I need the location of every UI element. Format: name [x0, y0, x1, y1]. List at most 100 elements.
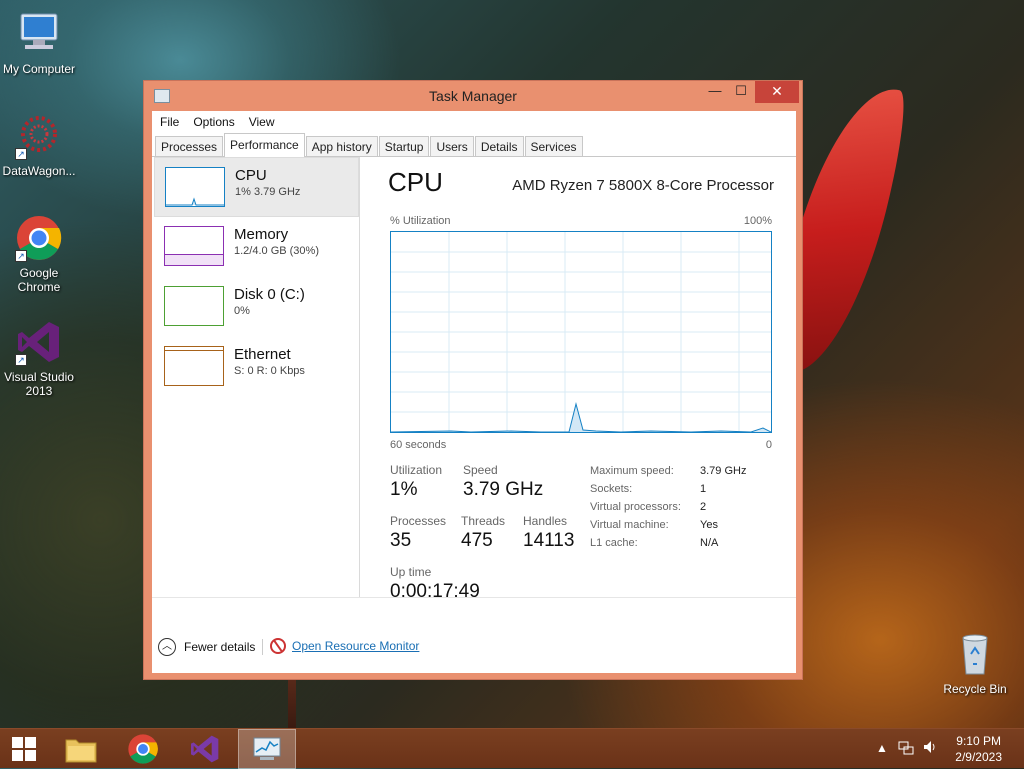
- system-clock[interactable]: 9:10 PM 2/9/2023: [955, 733, 1002, 765]
- spec-label: Maximum speed:: [590, 465, 674, 477]
- resource-name: Memory: [234, 226, 289, 243]
- spec-value: N/A: [700, 537, 719, 549]
- graph-y-label: % Utilization: [390, 215, 451, 227]
- resource-name: Ethernet: [234, 346, 291, 363]
- resource-item-memory[interactable]: Memory 1.2/4.0 GB (30%): [154, 217, 359, 277]
- processes-value: 35: [390, 530, 412, 551]
- cpu-thumbnail-graph: [165, 167, 225, 207]
- task-manager-window: Task Manager — ☐ ✕ File Options View Pro…: [143, 80, 803, 680]
- speed-value: 3.79 GHz: [463, 479, 544, 500]
- processes-label: Processes: [390, 514, 447, 528]
- ethernet-thumbnail-graph: [164, 346, 224, 386]
- taskbar-file-explorer[interactable]: [52, 729, 110, 769]
- menu-options[interactable]: Options: [193, 115, 234, 129]
- recycle-bin-icon: [951, 630, 999, 678]
- computer-icon: [15, 10, 63, 58]
- handles-value: 14113: [523, 530, 575, 551]
- uptime-label: Up time: [390, 565, 432, 579]
- menu-view[interactable]: View: [249, 115, 275, 129]
- datawagon-icon: ↗: [15, 112, 63, 160]
- chrome-icon: ↗: [15, 214, 63, 262]
- maximize-button[interactable]: ☐: [728, 81, 754, 103]
- disk-thumbnail-graph: [164, 286, 224, 326]
- resource-value: 0%: [234, 305, 250, 317]
- menu-bar: File Options View: [152, 111, 796, 133]
- tab-details[interactable]: Details: [474, 136, 524, 156]
- window-client: File Options View Processes Performance …: [152, 111, 796, 673]
- cpu-utilization-graph: [390, 231, 772, 433]
- volume-icon[interactable]: [922, 739, 938, 758]
- chrome-icon: [128, 734, 158, 764]
- open-resource-monitor-link[interactable]: Open Resource Monitor: [270, 638, 419, 654]
- resource-item-cpu[interactable]: CPU 1% 3.79 GHz: [154, 157, 359, 217]
- menu-file[interactable]: File: [160, 115, 179, 129]
- taskbar-visual-studio[interactable]: [176, 729, 234, 769]
- show-hidden-icons-arrow[interactable]: ▲: [876, 741, 888, 755]
- tab-services[interactable]: Services: [524, 136, 583, 156]
- threads-label: Threads: [461, 514, 506, 528]
- shortcut-arrow-icon: ↗: [15, 148, 27, 160]
- close-button[interactable]: ✕: [755, 81, 799, 103]
- windows-logo-icon: [12, 737, 36, 761]
- spec-value: 2: [700, 501, 707, 513]
- spec-label: Sockets:: [590, 483, 633, 495]
- cpu-detail-pane: CPU AMD Ryzen 7 5800X 8-Core Processor %…: [384, 157, 784, 602]
- spec-label: Virtual machine:: [590, 519, 669, 531]
- resource-value: S: 0 R: 0 Kbps: [234, 365, 305, 377]
- chevron-up-icon: ︿: [158, 638, 176, 656]
- graph-y-max: 100%: [743, 215, 772, 227]
- speed-label: Speed: [463, 463, 498, 477]
- spec-value: 1: [700, 483, 707, 495]
- utilization-value: 1%: [390, 479, 418, 500]
- taskbar: ▲ 9:10 PM 2/9/2023: [0, 728, 1024, 769]
- footer: ︿ Fewer details Open Resource Monitor: [152, 597, 796, 673]
- resource-item-ethernet[interactable]: Ethernet S: 0 R: 0 Kbps: [154, 337, 359, 397]
- tab-startup[interactable]: Startup: [378, 136, 430, 156]
- task-manager-icon: [253, 737, 281, 760]
- resource-value: 1% 3.79 GHz: [235, 186, 301, 198]
- network-icon[interactable]: [898, 739, 914, 758]
- desktop-icon-label: Google Chrome: [17, 266, 61, 294]
- threads-value: 475: [461, 530, 493, 551]
- tab-processes[interactable]: Processes: [155, 136, 224, 156]
- desktop-icon-recycle-bin[interactable]: Recycle Bin: [936, 630, 1014, 696]
- spec-label: L1 cache:: [590, 537, 638, 549]
- utilization-label: Utilization: [390, 463, 443, 477]
- title-bar[interactable]: Task Manager — ☐ ✕: [144, 81, 802, 111]
- footer-divider: [262, 639, 263, 655]
- resource-name: CPU: [235, 167, 267, 184]
- resource-monitor-link-text[interactable]: Open Resource Monitor: [292, 639, 419, 653]
- desktop-icon-label: Recycle Bin: [943, 682, 1007, 696]
- tab-users[interactable]: Users: [430, 136, 474, 156]
- tab-bar: Processes Performance App history Startu…: [152, 133, 796, 157]
- tab-performance[interactable]: Performance: [224, 133, 305, 157]
- resource-item-disk[interactable]: Disk 0 (C:) 0%: [154, 277, 359, 337]
- clock-time: 9:10 PM: [956, 734, 1001, 748]
- resource-value: 1.2/4.0 GB (30%): [234, 245, 319, 257]
- desktop-icon-label: DataWagon...: [2, 164, 76, 178]
- processor-name: AMD Ryzen 7 5800X 8-Core Processor: [512, 177, 774, 194]
- graph-x-label: 60 seconds: [390, 439, 447, 451]
- taskbar-task-manager[interactable]: [238, 729, 296, 769]
- tab-app-history[interactable]: App history: [305, 136, 378, 156]
- desktop-icon-datawagon[interactable]: ↗ DataWagon...: [0, 112, 78, 178]
- shortcut-arrow-icon: ↗: [15, 354, 27, 366]
- spec-value: 3.79 GHz: [700, 465, 747, 477]
- resource-name: Disk 0 (C:): [234, 286, 305, 303]
- desktop-icon-visual-studio[interactable]: ↗ Visual Studio 2013: [0, 318, 78, 398]
- fewer-details-label: Fewer details: [184, 640, 256, 654]
- desktop-icon-my-computer[interactable]: My Computer: [0, 10, 78, 76]
- start-button[interactable]: [0, 729, 48, 769]
- visual-studio-icon: ↗: [15, 318, 63, 366]
- memory-thumbnail-graph: [164, 226, 224, 266]
- fewer-details-button[interactable]: ︿ Fewer details: [158, 638, 255, 656]
- spec-label: Virtual processors:: [590, 501, 681, 513]
- desktop-icon-label: Visual Studio 2013: [4, 370, 74, 398]
- graph-x-min: 0: [765, 439, 772, 451]
- taskbar-chrome[interactable]: [114, 729, 172, 769]
- clock-date: 2/9/2023: [955, 750, 1002, 764]
- minimize-button[interactable]: —: [702, 81, 728, 103]
- shortcut-arrow-icon: ↗: [15, 250, 27, 262]
- desktop-icon-google-chrome[interactable]: ↗ Google Chrome: [0, 214, 78, 294]
- resource-list: CPU 1% 3.79 GHz Memory 1.2/4.0 GB (30%) …: [154, 157, 360, 597]
